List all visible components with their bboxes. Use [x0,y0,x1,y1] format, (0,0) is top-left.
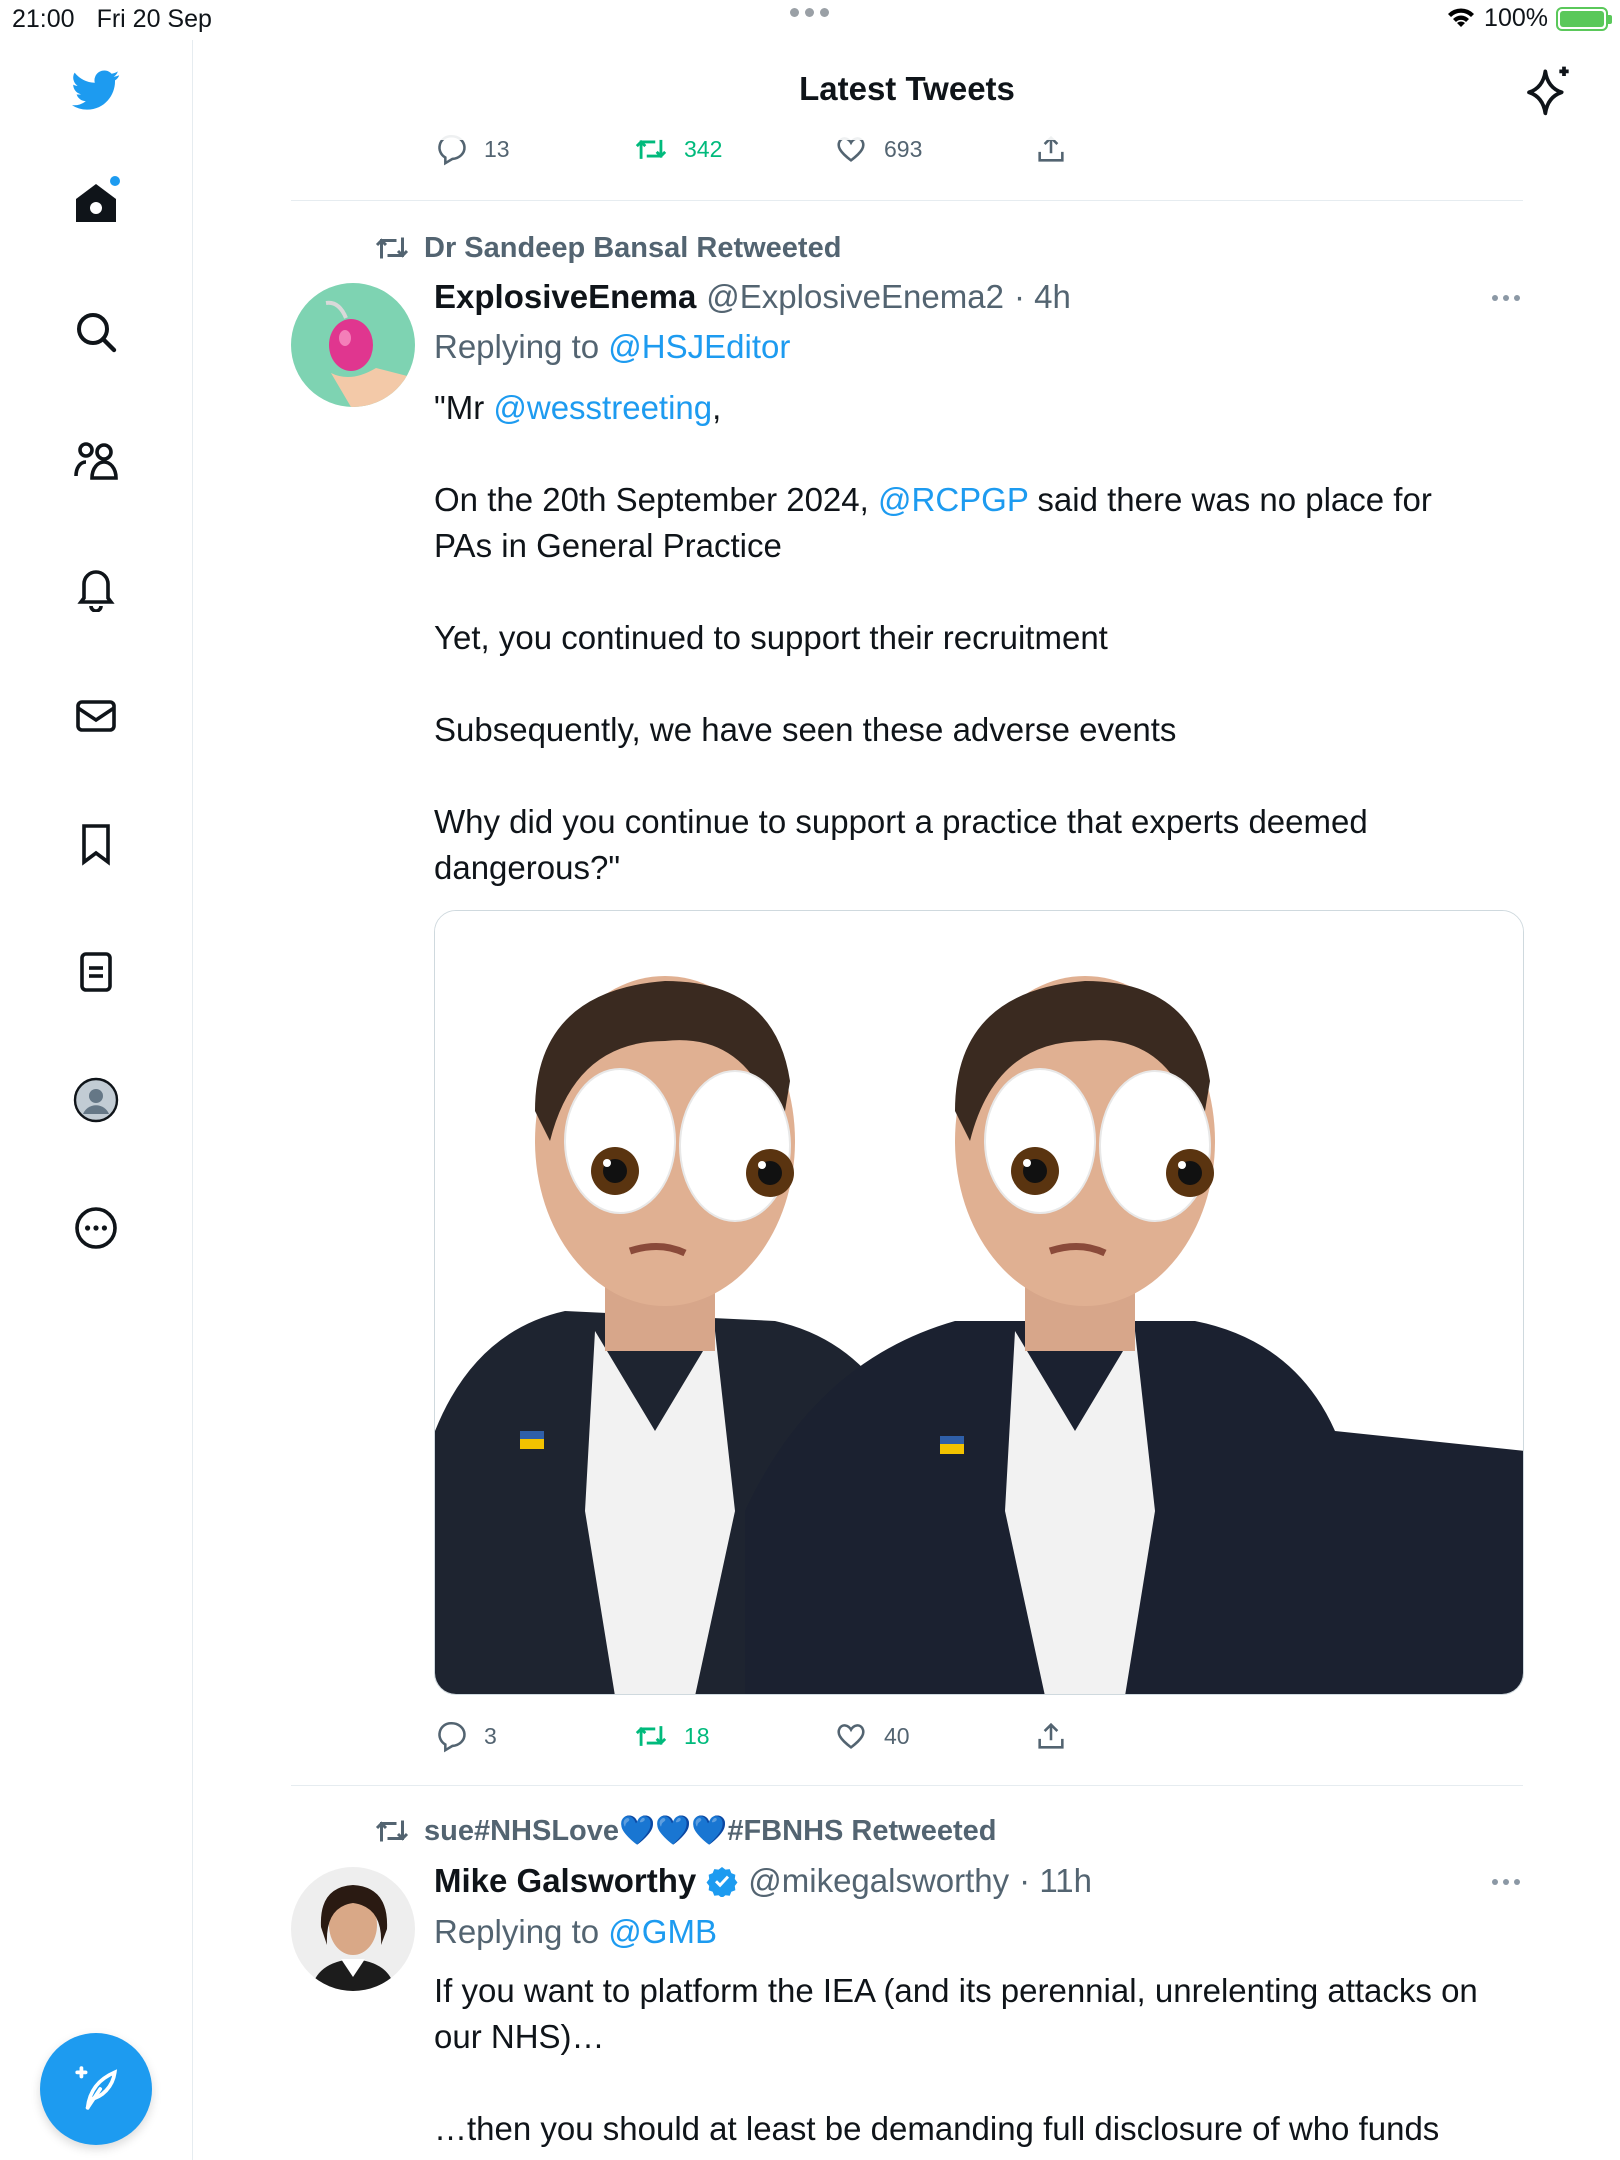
twitter-logo-icon[interactable] [66,60,126,120]
author-name[interactable]: ExplosiveEnema [434,278,696,316]
author-name[interactable]: Mike Galsworthy [434,1862,696,1900]
replying-to: Replying to @HSJEditor [434,328,791,365]
more-icon[interactable] [66,1198,126,1258]
lists-icon[interactable] [66,942,126,1002]
divider [291,200,1523,201]
tweet-more-icon[interactable] [1492,295,1522,305]
retweet-icon [635,1726,667,1746]
divider [291,1785,1523,1786]
tweet-header: ExplosiveEnema @ExplosiveEnema2 · 4h [434,278,1071,316]
battery-percent: 100% [1484,4,1548,32]
tweet-media-image[interactable] [434,910,1524,1695]
notifications-icon[interactable] [66,558,126,618]
wifi-icon [1448,7,1475,27]
retweeted-by[interactable]: sue#NHSLove💙💙💙#FBNHS Retweeted [374,1813,996,1849]
avatar[interactable] [291,1867,415,1991]
retweet-button[interactable]: 18 [634,1719,834,1753]
author-handle[interactable]: @ExplosiveEnema2 [706,278,1004,316]
multitasking-dots-icon[interactable] [790,8,829,17]
home-notification-dot [110,176,120,186]
page-title: Latest Tweets [799,70,1015,107]
communities-icon[interactable] [66,430,126,490]
retweet-icon [375,237,409,259]
like-button[interactable]: 40 [834,1719,1034,1753]
tweet-time: · 11h [1019,1862,1092,1899]
status-bar: 21:00 Fri 20 Sep 100% [0,0,1620,40]
replying-to-link[interactable]: @HSJEditor [608,328,790,365]
tweet-header: Mike Galsworthy @mikegalsworthy · 11h [434,1862,1092,1900]
share-button[interactable] [1034,1719,1068,1753]
avatar[interactable] [291,283,415,407]
search-icon[interactable] [66,302,126,362]
tweet-text: If you want to platform the IEA (and its… [434,1972,1478,2147]
reply-button[interactable]: 3 [434,1719,634,1753]
home-icon[interactable] [66,174,126,234]
replying-to: Replying to @GMB [434,1913,717,1950]
sparkle-icon[interactable] [1522,62,1578,118]
retweeted-by[interactable]: Dr Sandeep Bansal Retweeted [374,230,841,266]
replying-to-link[interactable]: @GMB [608,1913,717,1950]
profile-icon[interactable] [66,1070,126,1130]
author-handle[interactable]: @mikegalsworthy [748,1862,1009,1900]
mention-link[interactable]: @wesstreeting [493,389,712,426]
share-icon [1038,1722,1064,1749]
reply-icon [438,1721,466,1753]
bookmarks-icon[interactable] [66,814,126,874]
battery-icon [1556,6,1612,31]
messages-icon[interactable] [66,686,126,746]
tweet-time: · 4h [1013,278,1071,315]
status-date: Fri 20 Sep [96,5,212,33]
verified-badge-icon [706,1867,738,1897]
status-time: 21:00 [12,5,75,33]
top-header: Latest Tweets [194,40,1620,140]
tweet-text: "Mr @wesstreeting, On the 20th September… [434,389,1432,886]
mention-link[interactable]: @RCPGP [878,481,1028,518]
tweet-actions: 3 18 40 [434,1719,1068,1753]
retweet-icon [375,1820,409,1842]
sidebar [0,40,193,2160]
tweet-more-icon[interactable] [1492,1879,1522,1889]
heart-icon [837,1724,865,1749]
compose-tweet-button[interactable] [40,2033,152,2145]
